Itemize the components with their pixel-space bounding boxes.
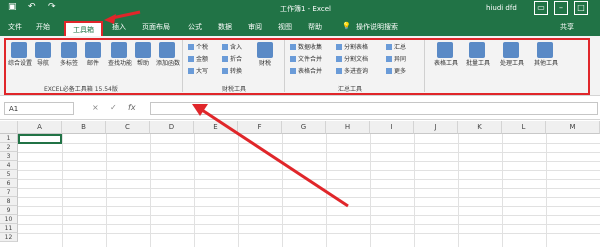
annotation-arrows — [104, 10, 349, 208]
